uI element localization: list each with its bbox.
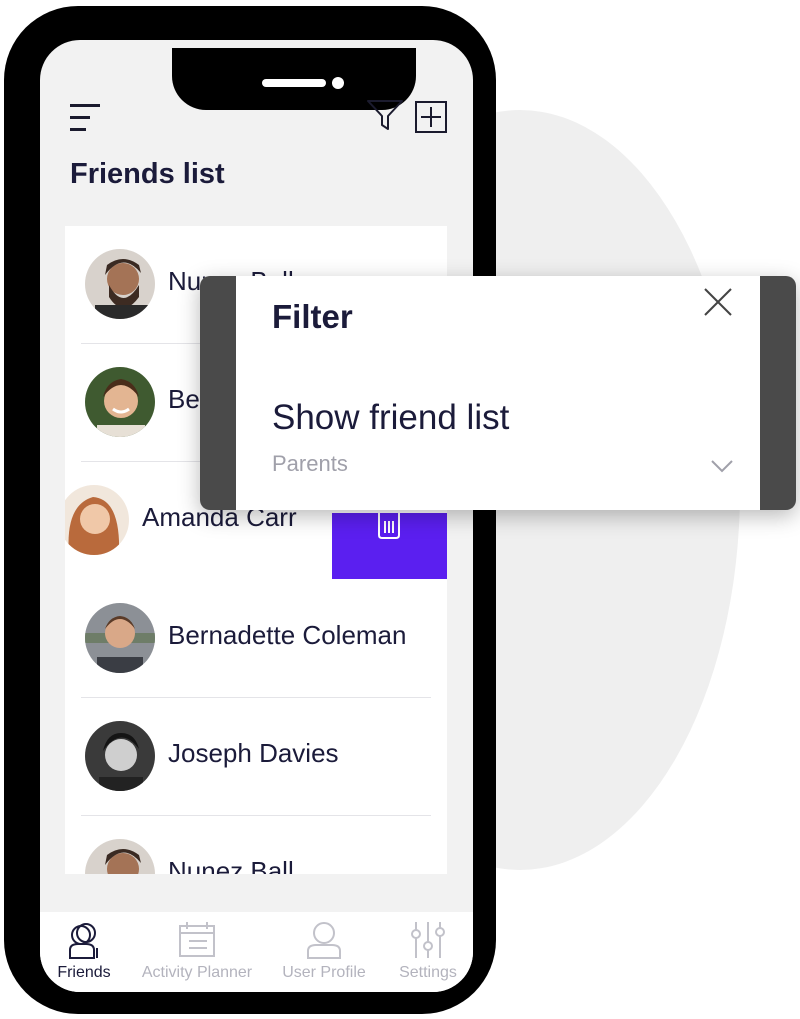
phone-frame: Friends list Nunez Ball (4, 6, 496, 1014)
tab-user-profile[interactable]: User Profile (272, 912, 376, 992)
filter-icon[interactable] (366, 98, 404, 132)
delete-button[interactable] (332, 513, 447, 579)
avatar (85, 367, 155, 437)
show-friend-list-label: Show friend list (272, 398, 510, 437)
speaker-grille (262, 79, 326, 87)
trash-icon (378, 513, 400, 539)
app-screen: Friends list Nunez Ball (40, 40, 473, 992)
page-title: Friends list (70, 158, 225, 190)
tab-label: Settings (399, 964, 457, 981)
modal-left-edge (200, 276, 236, 510)
camera-dot (332, 77, 344, 89)
tab-label: Friends (57, 964, 111, 981)
modal-right-edge (760, 276, 796, 510)
avatar (65, 485, 129, 555)
list-item[interactable]: Bernadette Coleman (65, 580, 447, 698)
chevron-down-icon (711, 460, 733, 473)
calendar-icon (179, 922, 215, 957)
sliders-icon (411, 922, 445, 958)
avatar (85, 603, 155, 673)
filter-modal: Filter Show friend list Parents (200, 276, 796, 510)
avatar (85, 839, 155, 874)
add-square-icon[interactable] (414, 100, 450, 134)
dropdown-value: Parents (272, 451, 348, 476)
friend-name: Nunez Ball (168, 856, 294, 874)
friend-name: Joseph Davies (168, 738, 339, 768)
close-icon[interactable] (702, 286, 734, 318)
bottom-tab-bar: Friends Activity Planner User Profile Se… (40, 912, 473, 992)
tab-activity-planner[interactable]: Activity Planner (134, 912, 260, 992)
tab-label: User Profile (282, 964, 366, 981)
list-item[interactable]: Nunez Ball (65, 816, 447, 874)
tab-label: Activity Planner (141, 964, 253, 981)
friends-icon (69, 923, 98, 959)
tab-friends[interactable]: Friends (46, 912, 122, 992)
avatar (85, 249, 155, 319)
friend-list-dropdown[interactable]: Parents (272, 451, 734, 483)
tab-settings[interactable]: Settings (390, 912, 466, 992)
list-item[interactable]: Joseph Davies (65, 698, 447, 816)
user-icon (307, 922, 341, 959)
modal-title: Filter (272, 298, 353, 335)
hamburger-icon[interactable] (70, 104, 104, 132)
friend-name: Bernadette Coleman (168, 620, 407, 650)
avatar (85, 721, 155, 791)
